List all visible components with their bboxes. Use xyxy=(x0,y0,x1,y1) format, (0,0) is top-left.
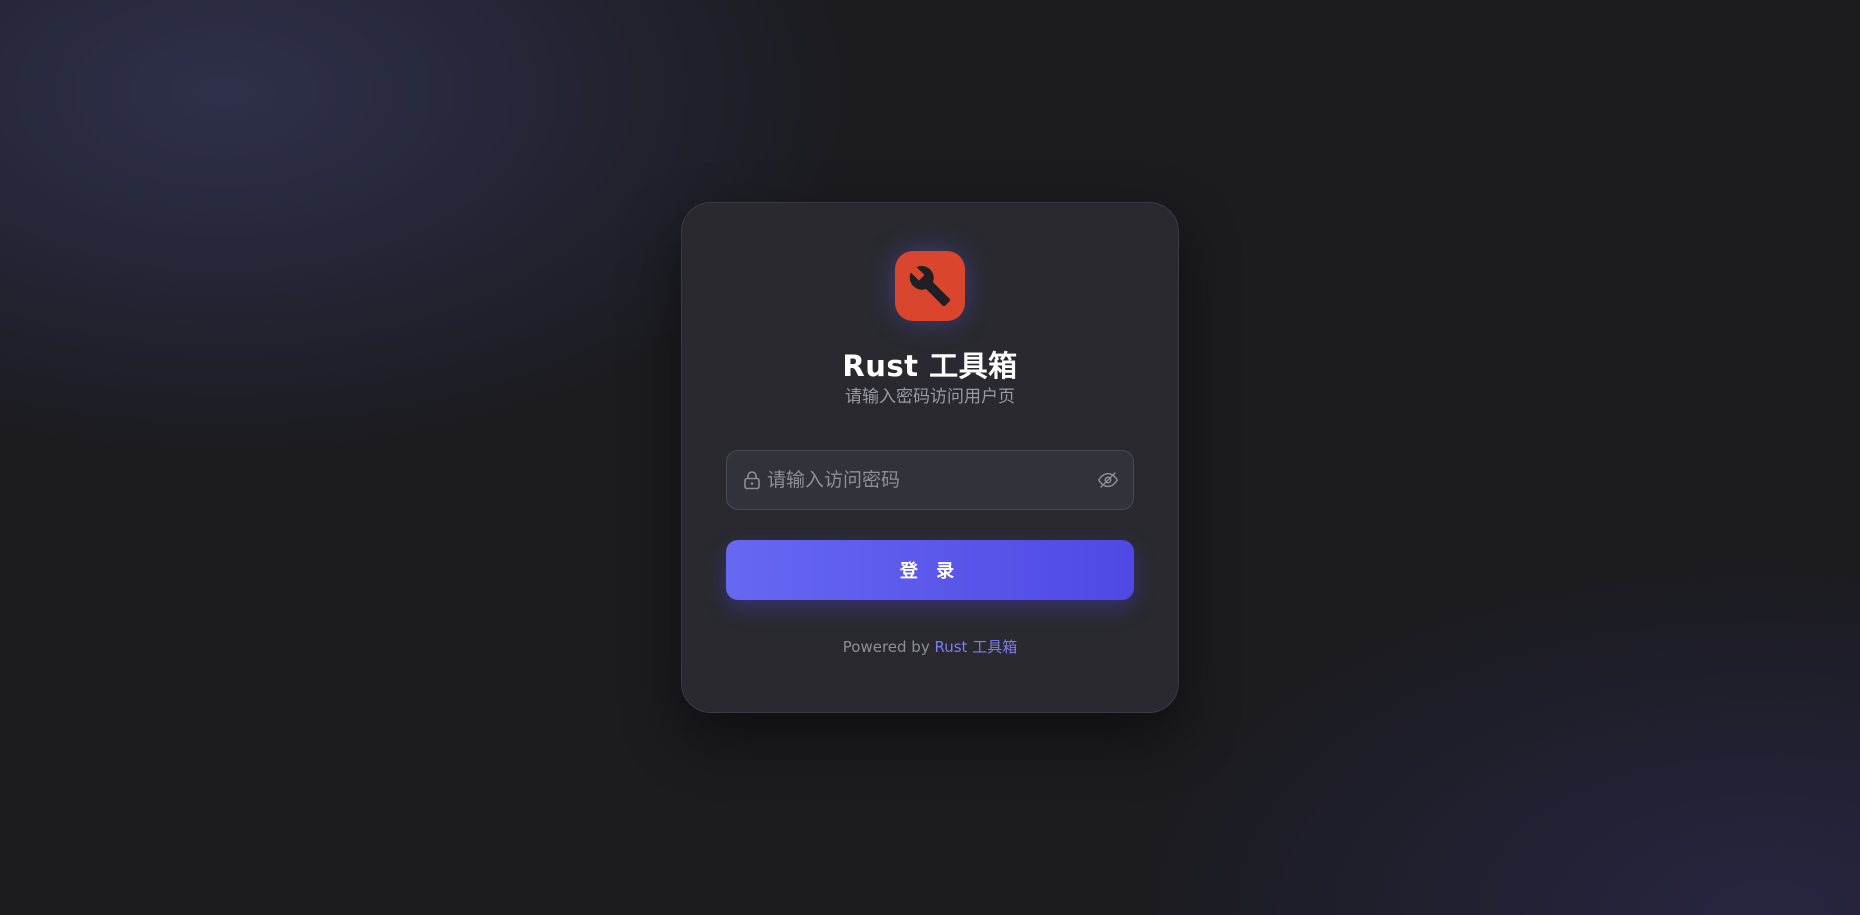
page-title: Rust 工具箱 xyxy=(842,349,1018,383)
password-input[interactable] xyxy=(767,451,1097,509)
password-field[interactable] xyxy=(726,450,1134,510)
footer-link[interactable]: Rust 工具箱 xyxy=(934,638,1017,656)
eye-off-icon[interactable] xyxy=(1097,469,1119,491)
lock-icon xyxy=(744,471,760,490)
wrench-icon xyxy=(909,266,951,307)
login-card: Rust 工具箱 请输入密码访问用户页 登 录 Powered by Rust … xyxy=(681,202,1179,713)
footer-prefix: Powered by xyxy=(842,638,935,656)
footer: Powered by Rust 工具箱 xyxy=(843,636,1017,657)
login-button[interactable]: 登 录 xyxy=(726,540,1134,600)
page-subtitle: 请输入密码访问用户页 xyxy=(845,387,1015,407)
app-logo xyxy=(895,251,965,321)
